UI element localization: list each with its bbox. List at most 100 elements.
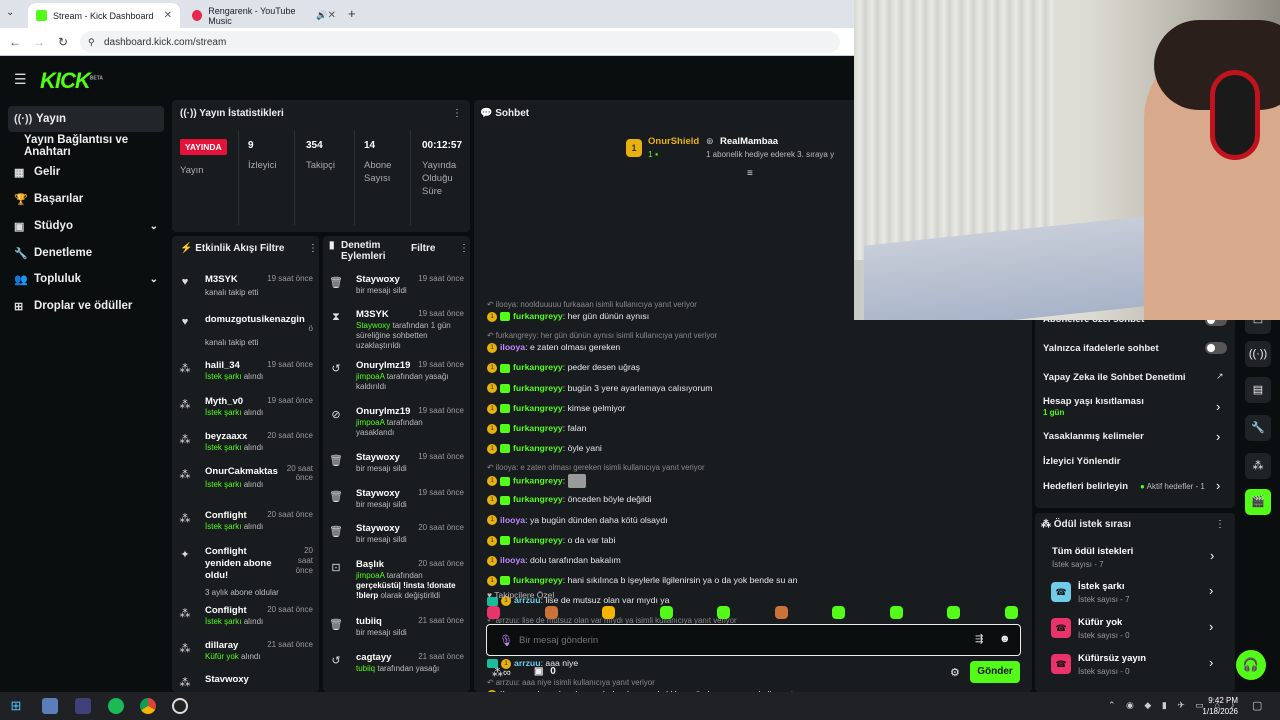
kick-logo[interactable]: KICKBETA <box>40 68 103 94</box>
more-options-icon[interactable]: ⋮ <box>1215 519 1225 530</box>
chat-message-input[interactable] <box>519 631 949 649</box>
gift-counter[interactable]: ▣ 0 <box>534 666 556 677</box>
tab-youtube-music[interactable]: Rengarenk - YouTube Music 🔊 ✕ <box>184 3 344 28</box>
ai-assist-icon[interactable]: ⇶ <box>975 634 983 645</box>
clock[interactable]: 9:42 PM 1/18/2026 <box>1200 695 1238 717</box>
chat-message[interactable]: 1 furkangreyy: öyle yani <box>487 443 602 454</box>
chat-message[interactable]: 1 furkangreyy: <box>487 474 586 489</box>
rewards-button[interactable]: ⁂ <box>1245 453 1271 479</box>
emote-icon[interactable] <box>947 606 960 619</box>
reload-icon[interactable]: ↻ <box>56 35 70 49</box>
emote-icon[interactable] <box>487 606 500 619</box>
chat-input-box[interactable]: 🎙 ⇶ ☻ <box>486 624 1021 656</box>
pinned-user[interactable]: OnurShield <box>648 136 699 147</box>
chat-settings-icon[interactable]: ⚙ <box>950 666 960 679</box>
forward-icon[interactable]: → <box>32 35 46 49</box>
close-tab-icon[interactable]: ✕ <box>164 10 172 21</box>
reward-row[interactable]: ☎ Küfür yok İstek sayısı - 0 › <box>1051 617 1227 645</box>
chat-message[interactable]: 1 furkangreyy: her gün dünün aynısı <box>487 311 649 322</box>
setting-emotes-only[interactable]: Yalnızca ifadelerle sohbet <box>1043 343 1159 354</box>
emote-icon[interactable] <box>889 606 903 619</box>
emote-icon[interactable] <box>1004 606 1018 619</box>
chat-message[interactable]: 1 ilooya: dolu tarafından bakalım <box>487 555 621 566</box>
microphone-icon[interactable]: 🎙 <box>499 634 513 647</box>
url-field[interactable]: ⚲ dashboard.kick.com/stream <box>80 31 840 53</box>
chat-username[interactable]: furkangreyy <box>513 423 563 433</box>
close-tab-icon[interactable]: ✕ <box>328 10 336 21</box>
chat-message[interactable]: 1 furkangreyy: falan <box>487 423 586 434</box>
reward-row-all[interactable]: Tüm ödül istekleri İstek sayısı - 7 › <box>1052 546 1227 574</box>
emotes-only-toggle[interactable] <box>1205 342 1227 354</box>
chat-username[interactable]: ilooya <box>500 515 525 525</box>
tab-list-icon[interactable]: ⌄ <box>6 7 14 18</box>
chat-username[interactable]: ilooya <box>500 342 525 352</box>
activity-filter-button[interactable]: Filtre <box>260 243 284 254</box>
chat-username[interactable]: furkangreyy <box>513 575 563 585</box>
moderation-filter-button[interactable]: Filtre <box>411 243 435 254</box>
nav-item-topluluk[interactable]: 👥 Topluluk ⌄ <box>8 266 164 292</box>
chat-username[interactable]: furkangreyy <box>513 535 563 545</box>
chat-message[interactable]: 1 ilooya: e zaten olması gereken <box>487 342 620 353</box>
pinned-user[interactable]: RealMambaa <box>720 136 778 147</box>
chevron-right-icon[interactable]: › <box>1216 429 1220 444</box>
nav-item-droplar[interactable]: ⊞ Droplar ve ödüller <box>8 293 164 319</box>
emote-icon[interactable] <box>602 606 615 619</box>
more-options-icon[interactable]: ⋮ <box>452 108 462 119</box>
chevron-right-icon[interactable]: › <box>1216 478 1220 493</box>
chat-message[interactable]: 1 ilooya: ya bugün dünden daha kötü olsay… <box>487 515 668 526</box>
broadcast-button[interactable]: ((·)) <box>1245 341 1271 367</box>
back-icon[interactable]: ← <box>8 35 22 49</box>
windows-start-icon[interactable]: ⊞ <box>8 698 24 714</box>
chat-username[interactable]: furkangreyy <box>513 383 563 393</box>
setting-banned-words[interactable]: Yasaklanmış kelimeler <box>1043 431 1144 442</box>
send-button[interactable]: Gönder <box>970 661 1020 683</box>
nav-item-gelir[interactable]: ▦ Gelir <box>8 159 164 185</box>
setting-goals[interactable]: Hedefleri belirleyin <box>1043 481 1128 492</box>
chevron-right-icon[interactable]: › <box>1216 399 1220 414</box>
notification-icon[interactable]: ▢ <box>1252 699 1262 712</box>
more-options-icon[interactable]: ⋮ <box>308 243 318 254</box>
emote-icon[interactable] <box>717 606 730 619</box>
chat-message[interactable]: 1 furkangreyy: önceden böyle değildi <box>487 494 652 506</box>
chrome-icon[interactable] <box>140 698 156 714</box>
chat-message[interactable]: 1 furkangreyy: bugün 3 yere ayarlamaya ca… <box>487 383 712 394</box>
chat-username[interactable]: furkangreyy <box>513 443 563 453</box>
chat-message[interactable]: 1 furkangreyy: peder desen uğraş <box>487 362 640 374</box>
chat-username[interactable]: furkangreyy <box>513 494 563 504</box>
chat-username[interactable]: furkangreyy <box>513 311 563 321</box>
emote-icon[interactable] <box>659 606 673 619</box>
nav-item-studyo[interactable]: ▣ Stüdyo ⌄ <box>8 213 164 239</box>
menu-icon[interactable]: ☰ <box>14 71 27 88</box>
setting-account-age[interactable]: Hesap yaşı kısıtlaması 1 gün <box>1043 396 1144 418</box>
taskbar-app-icon[interactable] <box>42 698 58 714</box>
taskbar-app-icon[interactable] <box>75 698 91 714</box>
tab-kick-dashboard[interactable]: Stream - Kick Dashboard ✕ <box>28 3 180 28</box>
chat-username[interactable]: furkangreyy <box>513 362 563 372</box>
setting-ai-moderation[interactable]: Yapay Zeka ile Sohbet Denetimi <box>1043 372 1186 383</box>
site-info-icon[interactable]: ⚲ <box>88 37 95 48</box>
reward-row[interactable]: ☎ İstek şarkı İstek sayısı - 7 › <box>1051 581 1227 609</box>
new-tab-button[interactable]: + <box>348 6 356 21</box>
nav-item-denetleme[interactable]: 🔧 Denetleme <box>8 240 164 266</box>
emote-icon[interactable] <box>544 606 558 619</box>
obs-icon[interactable] <box>172 698 188 714</box>
chat-message[interactable]: 1 furkangreyy: kimse gelmiyor <box>487 403 626 414</box>
nav-item-yayin[interactable]: ((·)) Yayın <box>8 106 164 132</box>
chat-username[interactable]: furkangreyy <box>513 403 563 413</box>
emote-icon[interactable] <box>774 606 788 619</box>
nav-item-basarilar[interactable]: 🏆 Başarılar <box>8 186 164 212</box>
wrench-button[interactable]: 🔧 <box>1245 415 1271 441</box>
chat-message[interactable]: 1 furkangreyy: hani sıkılınca b işeylerle… <box>487 575 797 586</box>
emote-icon[interactable] <box>832 606 845 619</box>
chat-username[interactable]: ilooya <box>500 555 525 565</box>
reward-row[interactable]: ☎ Küfürsüz yayın İstek sayısı - 0 › <box>1051 653 1227 681</box>
clips-button[interactable]: 🎬 <box>1245 489 1271 515</box>
collapse-pinned-icon[interactable]: ≡ <box>747 168 753 179</box>
chat-username[interactable]: furkangreyy <box>513 476 563 486</box>
emoji-icon[interactable]: ☻ <box>999 633 1011 645</box>
spotify-icon[interactable] <box>108 698 124 714</box>
nav-item-stream-key[interactable]: Yayın Bağlantısı ve Anahtarı <box>8 133 164 159</box>
support-button[interactable]: 🎧 <box>1236 650 1266 680</box>
more-options-icon[interactable]: ⋮ <box>459 243 469 254</box>
chat-message[interactable]: 1 furkangreyy: o da var tabi <box>487 535 615 546</box>
